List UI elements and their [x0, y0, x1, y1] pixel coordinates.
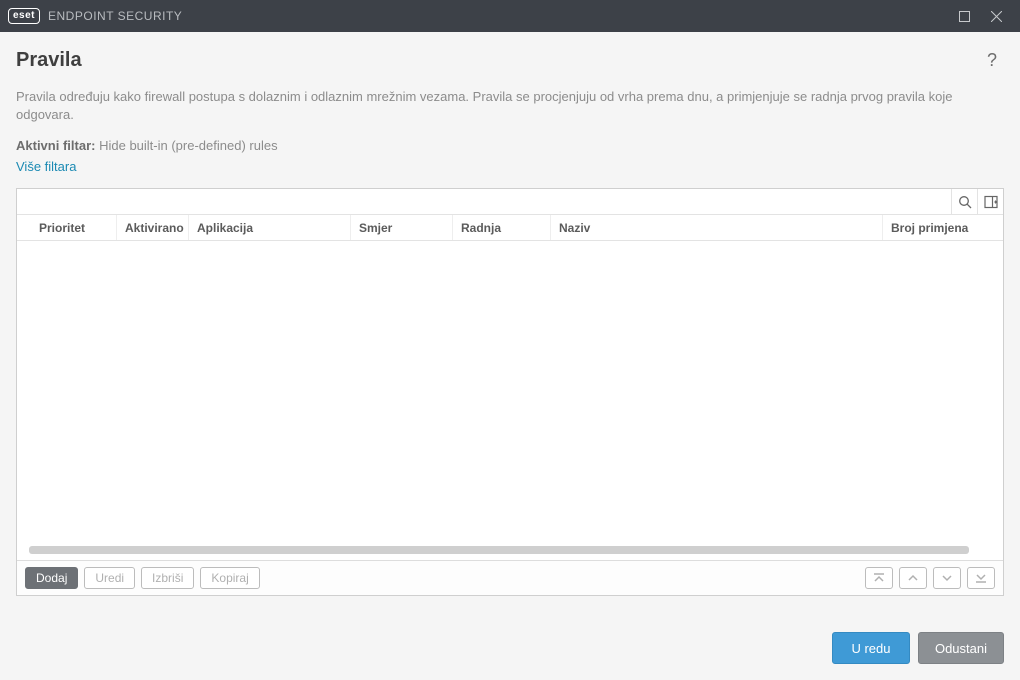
table-body — [17, 241, 1003, 560]
horizontal-scrollbar-thumb[interactable] — [29, 546, 969, 554]
filter-strip — [17, 189, 1003, 215]
column-header-name[interactable]: Naziv — [551, 215, 883, 240]
move-down-button[interactable] — [933, 567, 961, 589]
chevron-up-icon — [906, 572, 920, 584]
filter-input[interactable] — [17, 189, 951, 214]
columns-button[interactable] — [977, 189, 1003, 214]
column-header-action[interactable]: Radnja — [453, 215, 551, 240]
column-header-app[interactable]: Aplikacija — [189, 215, 351, 240]
panel-actions: Dodaj Uredi Izbriši Kopiraj — [17, 560, 1003, 595]
more-filters-link[interactable]: Više filtara — [16, 159, 1004, 174]
active-filter-label: Aktivni filtar: — [16, 138, 95, 153]
page-heading-row: Pravila ? — [16, 48, 1004, 72]
column-header-count[interactable]: Broj primjena — [883, 215, 1003, 240]
window-close-button[interactable] — [980, 0, 1012, 32]
window-maximize-button[interactable] — [948, 0, 980, 32]
column-header-priority[interactable]: Prioritet — [17, 215, 117, 240]
active-filter-row: Aktivni filtar: Hide built-in (pre-defin… — [16, 138, 1004, 153]
delete-button[interactable]: Izbriši — [141, 567, 194, 589]
content-area: Pravila ? Pravila određuju kako firewall… — [0, 32, 1020, 612]
titlebar: eset ENDPOINT SECURITY — [0, 0, 1020, 32]
copy-button[interactable]: Kopiraj — [200, 567, 259, 589]
move-top-button[interactable] — [865, 567, 893, 589]
maximize-icon — [959, 11, 970, 22]
column-header-direction[interactable]: Smjer — [351, 215, 453, 240]
search-button[interactable] — [951, 189, 977, 214]
chevron-top-icon — [872, 572, 886, 584]
columns-icon — [984, 195, 998, 209]
edit-button[interactable]: Uredi — [84, 567, 135, 589]
help-icon: ? — [987, 50, 997, 71]
rules-panel: Prioritet Aktivirano Aplikacija Smjer Ra… — [16, 188, 1004, 596]
close-icon — [991, 11, 1002, 22]
cancel-button[interactable]: Odustani — [918, 632, 1004, 664]
chevron-down-icon — [940, 572, 954, 584]
search-icon — [958, 195, 972, 209]
brand-logo: eset — [8, 8, 40, 24]
page-title: Pravila — [16, 49, 82, 72]
page-description: Pravila određuju kako firewall postupa s… — [16, 88, 1004, 124]
ok-button[interactable]: U redu — [832, 632, 910, 664]
help-button[interactable]: ? — [980, 48, 1004, 72]
move-bottom-button[interactable] — [967, 567, 995, 589]
move-up-button[interactable] — [899, 567, 927, 589]
dialog-footer: U redu Odustani — [0, 612, 1020, 680]
active-filter-value: Hide built-in (pre-defined) rules — [99, 138, 277, 153]
app-title: ENDPOINT SECURITY — [48, 9, 182, 23]
horizontal-scrollbar[interactable] — [29, 546, 991, 554]
add-button[interactable]: Dodaj — [25, 567, 78, 589]
column-header-activated[interactable]: Aktivirano — [117, 215, 189, 240]
chevron-bottom-icon — [974, 572, 988, 584]
table-header: Prioritet Aktivirano Aplikacija Smjer Ra… — [17, 215, 1003, 241]
